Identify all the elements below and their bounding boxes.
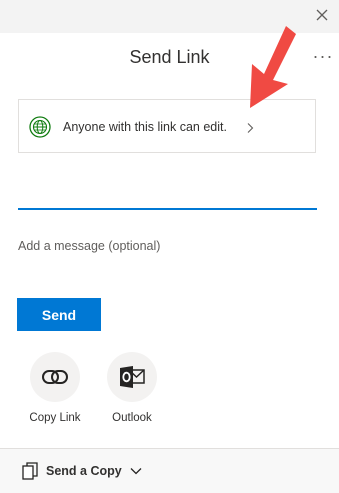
footer-bar: Send a Copy [0,448,339,493]
copy-document-icon [22,462,38,480]
send-a-copy-button[interactable]: Send a Copy [22,462,142,480]
close-icon [316,9,328,21]
dialog-header: Send Link ··· [0,33,339,83]
copy-link-label: Copy Link [29,412,81,424]
chevron-right-icon [247,123,254,133]
send-a-copy-label: Send a Copy [46,464,122,478]
link-icon [42,370,68,384]
outlook-circle [107,352,157,402]
outlook-option[interactable]: Outlook [96,352,168,424]
chevron-down-icon [130,468,142,475]
title-bar [0,0,339,33]
globe-icon [29,116,51,138]
message-input[interactable] [18,232,317,260]
recipient-input[interactable] [18,184,317,210]
copy-link-option[interactable]: Copy Link [19,352,91,424]
link-permission-label: Anyone with this link can edit. [63,120,227,134]
send-button[interactable]: Send [17,298,101,331]
copy-link-circle [30,352,80,402]
outlook-label: Outlook [112,412,152,424]
more-options-button[interactable]: ··· [311,45,335,67]
outlook-icon [120,366,145,388]
link-permission-setting[interactable]: Anyone with this link can edit. [18,99,316,153]
close-button[interactable] [313,6,331,24]
dialog-title: Send Link [129,47,210,67]
